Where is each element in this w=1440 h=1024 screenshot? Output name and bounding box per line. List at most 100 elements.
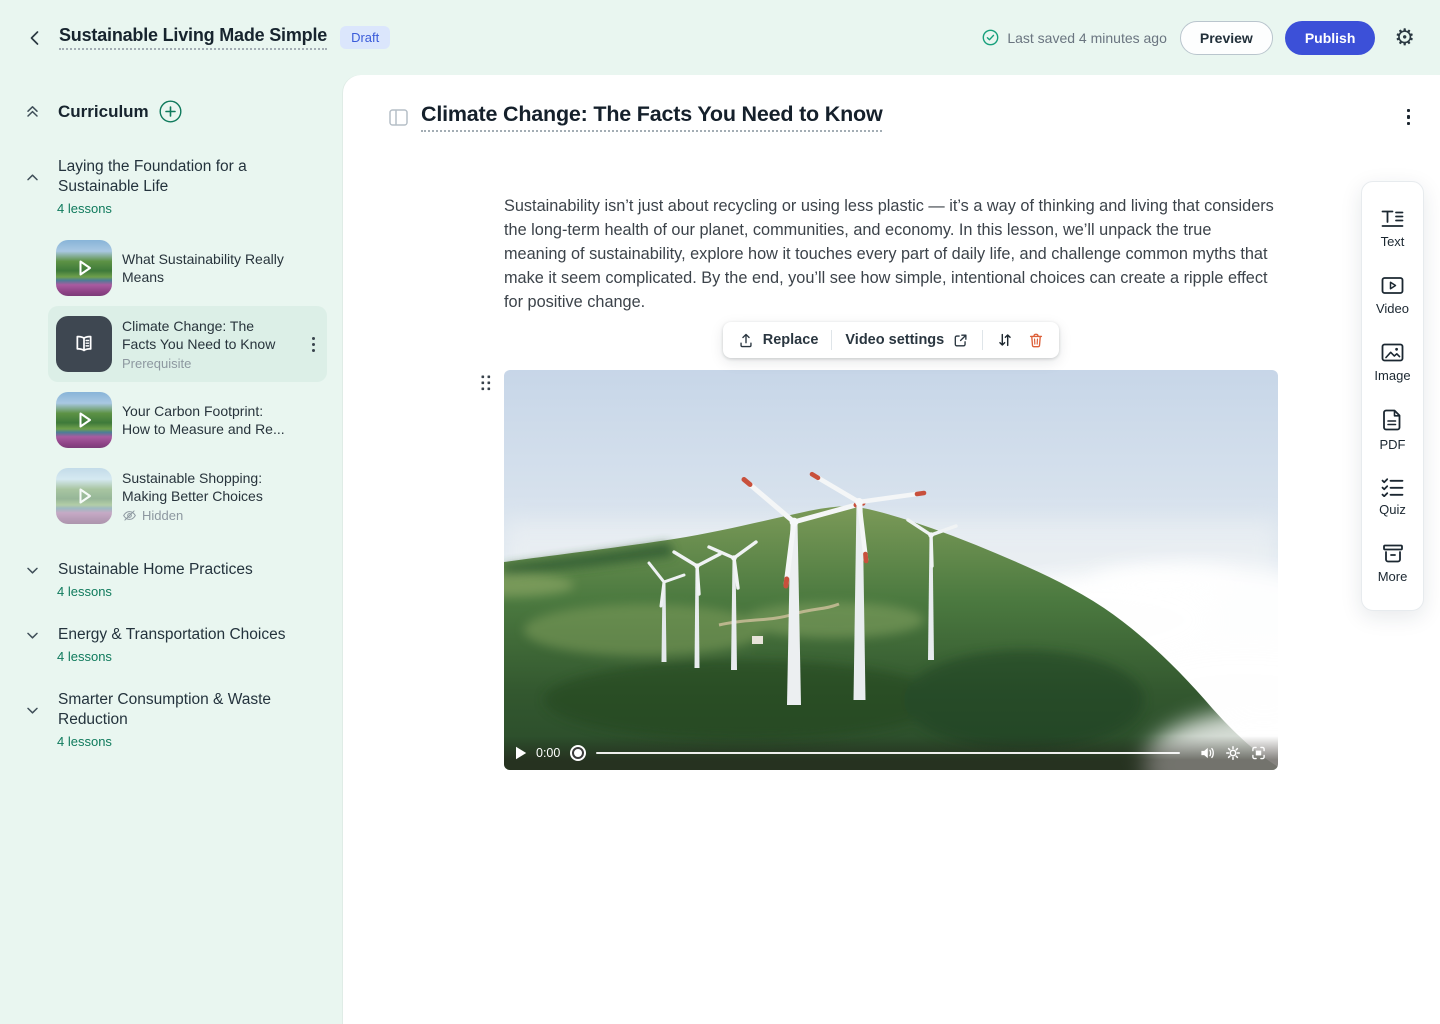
lesson-editor: Climate Change: The Facts You Need to Kn… [343, 75, 1440, 1024]
reading-lesson-icon [56, 316, 112, 372]
publish-button[interactable]: Publish [1285, 21, 1376, 55]
lesson-row-hidden[interactable]: Sustainable Shopping: Making Better Choi… [48, 458, 327, 534]
top-bar: Sustainable Living Made Simple Draft Las… [0, 0, 1440, 75]
video-thumbnail [56, 468, 112, 524]
section-lesson-count: 4 lessons [57, 201, 343, 216]
reorder-button[interactable] [996, 331, 1014, 349]
video-player[interactable]: 0:00 [504, 370, 1278, 770]
insert-more-button[interactable]: More [1362, 530, 1423, 597]
play-icon [56, 392, 112, 448]
play-icon [56, 240, 112, 296]
settings-gear-icon[interactable]: ⚙ [1394, 26, 1415, 49]
more-icon [1381, 543, 1405, 564]
course-title[interactable]: Sustainable Living Made Simple [59, 25, 327, 50]
replace-button[interactable]: Replace [737, 331, 819, 349]
lesson-title: Sustainable Shopping: Making Better Choi… [122, 469, 292, 505]
video-controls-bar: 0:00 [504, 736, 1278, 770]
chevron-down-icon[interactable] [24, 702, 41, 719]
image-icon [1380, 342, 1405, 363]
swap-vertical-icon [996, 331, 1014, 349]
section-title: Sustainable Home Practices [58, 560, 253, 580]
chevron-down-icon[interactable] [24, 627, 41, 644]
insert-item-label: More [1378, 569, 1408, 584]
text-icon [1380, 209, 1405, 229]
lesson-row[interactable]: What Sustainability Really Means [48, 230, 327, 306]
lesson-row-selected[interactable]: Climate Change: The Facts You Need to Kn… [48, 306, 327, 382]
external-link-icon [952, 332, 969, 349]
status-badge: Draft [340, 26, 390, 49]
insert-item-label: Quiz [1379, 502, 1406, 517]
curriculum-section: Laying the Foundation for a Sustainable … [0, 157, 343, 534]
lesson-paragraph[interactable]: Sustainability isn’t just about recyclin… [504, 194, 1278, 314]
video-toolbar: Replace Video settings [723, 322, 1059, 358]
video-settings-label: Video settings [845, 332, 944, 348]
insert-pdf-button[interactable]: PDF [1362, 396, 1423, 463]
save-status-text: Last saved 4 minutes ago [1007, 30, 1167, 46]
check-circle-icon [982, 29, 999, 46]
insert-item-label: Text [1381, 234, 1405, 249]
section-lesson-count: 4 lessons [57, 584, 343, 599]
lesson-options-icon[interactable] [1403, 105, 1415, 130]
lesson-menu-icon[interactable] [308, 333, 319, 356]
back-icon[interactable] [25, 28, 45, 48]
insert-video-button[interactable]: Video [1362, 262, 1423, 329]
section-title: Laying the Foundation for a Sustainable … [58, 157, 258, 197]
eye-off-icon [122, 508, 137, 523]
section-title: Smarter Consumption & Waste Reduction [58, 690, 273, 730]
insert-text-button[interactable]: Text [1362, 195, 1423, 262]
delete-button[interactable] [1027, 331, 1045, 349]
curriculum-section: Energy & Transportation Choices 4 lesson… [0, 625, 343, 664]
insert-item-label: Image [1374, 368, 1410, 383]
save-status: Last saved 4 minutes ago [982, 29, 1167, 46]
video-thumbnail [56, 240, 112, 296]
chevron-down-icon[interactable] [24, 562, 41, 579]
lesson-title: Your Carbon Footprint: How to Measure an… [122, 402, 287, 438]
lesson-meta: Prerequisite [122, 356, 287, 371]
collapse-all-icon[interactable] [24, 103, 41, 120]
section-header[interactable]: Sustainable Home Practices [0, 560, 343, 580]
section-header[interactable]: Laying the Foundation for a Sustainable … [0, 157, 343, 197]
insert-item-label: PDF [1380, 437, 1406, 452]
seek-track[interactable] [596, 752, 1180, 755]
lesson-row[interactable]: Your Carbon Footprint: How to Measure an… [48, 382, 327, 458]
lesson-meta-text: Hidden [142, 508, 183, 523]
fullscreen-icon[interactable] [1250, 745, 1267, 761]
section-header[interactable]: Energy & Transportation Choices [0, 625, 343, 645]
panel-toggle-icon[interactable] [389, 109, 408, 126]
section-title: Energy & Transportation Choices [58, 625, 285, 645]
lesson-title: Climate Change: The Facts You Need to Kn… [122, 317, 287, 353]
toolbar-divider [982, 330, 983, 350]
curriculum-heading: Curriculum [58, 102, 149, 122]
preview-button[interactable]: Preview [1180, 21, 1273, 55]
current-time: 0:00 [536, 746, 560, 760]
insert-image-button[interactable]: Image [1362, 329, 1423, 396]
seek-handle[interactable] [572, 747, 584, 759]
video-icon [1380, 275, 1405, 296]
curriculum-section: Smarter Consumption & Waste Reduction 4 … [0, 690, 343, 749]
insert-item-label: Video [1376, 301, 1409, 316]
toolbar-divider [831, 330, 832, 350]
pdf-icon [1382, 408, 1403, 432]
lesson-page-title[interactable]: Climate Change: The Facts You Need to Kn… [421, 102, 882, 132]
video-frame-windfarm [504, 370, 1278, 770]
chevron-up-icon[interactable] [24, 169, 41, 186]
play-button-icon[interactable] [515, 746, 527, 760]
lesson-title: What Sustainability Really Means [122, 250, 319, 286]
add-section-icon[interactable] [159, 100, 182, 123]
curriculum-sidebar: Curriculum Laying the Foundation for a S… [0, 75, 343, 1024]
drag-handle-icon[interactable] [478, 372, 494, 394]
insert-element-panel: Text Video Image PDF Quiz More [1361, 181, 1424, 611]
section-header[interactable]: Smarter Consumption & Waste Reduction [0, 690, 343, 730]
video-settings-button[interactable]: Video settings [845, 332, 969, 349]
upload-icon [737, 331, 755, 349]
play-icon [56, 468, 112, 524]
section-lesson-count: 4 lessons [57, 734, 343, 749]
video-thumbnail [56, 392, 112, 448]
insert-quiz-button[interactable]: Quiz [1362, 463, 1423, 530]
player-settings-icon[interactable] [1225, 745, 1241, 761]
curriculum-section: Sustainable Home Practices 4 lessons [0, 560, 343, 599]
replace-label: Replace [763, 332, 819, 348]
section-lesson-count: 4 lessons [57, 649, 343, 664]
quiz-icon [1380, 477, 1405, 497]
volume-icon[interactable] [1199, 745, 1216, 761]
